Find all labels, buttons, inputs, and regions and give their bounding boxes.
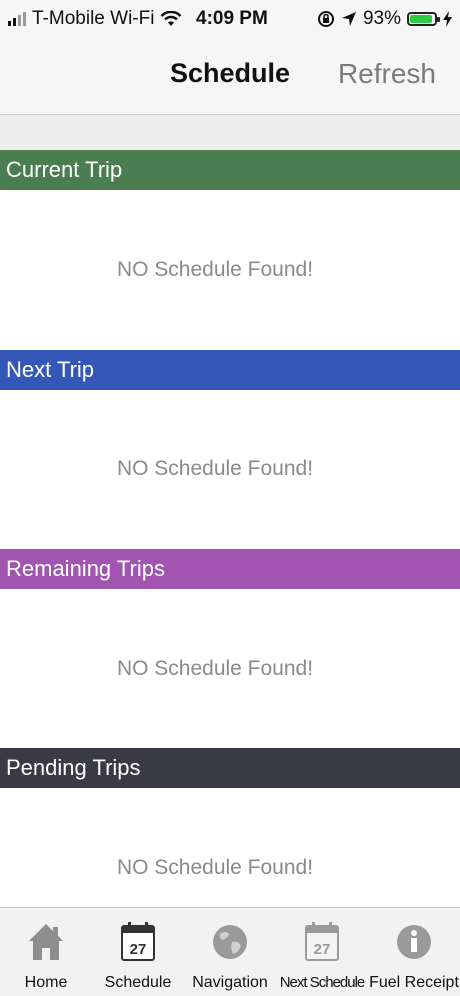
tab-home-label: Home — [24, 974, 68, 991]
battery-fill — [410, 15, 433, 23]
orientation-lock-icon — [317, 11, 334, 27]
calendar-icon: 27 — [121, 922, 155, 961]
tab-next-schedule[interactable]: 27 Next Schedule — [276, 908, 368, 996]
status-left: T-Mobile Wi-Fi — [8, 8, 182, 30]
battery-percent: 93% — [362, 8, 401, 29]
header-spacer — [0, 115, 460, 150]
carrier-label: T-Mobile Wi-Fi — [32, 8, 155, 29]
signal-icon — [8, 12, 26, 26]
remaining-trips-empty-message: NO Schedule Found! — [116, 657, 314, 680]
section-header-current-trip: Current Trip — [0, 150, 460, 190]
wifi-icon — [161, 11, 182, 26]
status-right: 93% — [317, 8, 452, 30]
section-header-pending-trips: Pending Trips — [0, 748, 460, 788]
next-trip-empty-message: NO Schedule Found! — [116, 457, 314, 480]
status-bar: T-Mobile Wi-Fi 4:09 PM 93% — [0, 0, 460, 38]
calendar-icon-day: 27 — [130, 941, 147, 958]
home-icon — [29, 924, 63, 960]
section-header-remaining-trips: Remaining Trips — [0, 549, 460, 589]
battery-icon — [407, 12, 440, 26]
calendar-icon-day: 27 — [314, 941, 331, 958]
tab-schedule[interactable]: 27 Schedule — [92, 908, 184, 996]
current-trip-empty-message: NO Schedule Found! — [116, 258, 314, 281]
screen: T-Mobile Wi-Fi 4:09 PM 93% Schedule Refr… — [0, 0, 460, 996]
navigation-bar: Schedule Refresh — [0, 38, 460, 115]
tab-navigation[interactable]: Navigation — [184, 908, 276, 996]
tab-fuel-receipt[interactable]: Fuel Receipt — [368, 908, 460, 996]
tab-next-schedule-label: Next Schedule — [279, 974, 366, 991]
tab-home[interactable]: Home — [0, 908, 92, 996]
tab-navigation-label: Navigation — [192, 974, 268, 991]
status-time: 4:09 PM — [196, 8, 268, 29]
pending-trips-empty-message: NO Schedule Found! — [116, 856, 314, 879]
location-icon — [341, 12, 356, 26]
section-header-next-trip: Next Trip — [0, 350, 460, 390]
calendar-icon: 27 — [305, 922, 339, 961]
refresh-button[interactable]: Refresh — [338, 58, 436, 90]
charging-icon — [443, 11, 452, 27]
info-icon — [397, 925, 431, 959]
tab-schedule-label: Schedule — [104, 974, 172, 991]
tab-fuel-receipt-label: Fuel Receipt — [369, 974, 459, 991]
globe-icon — [213, 925, 247, 959]
tab-bar: Home 27 Schedule Navigation 27 Next Sche… — [0, 907, 460, 996]
